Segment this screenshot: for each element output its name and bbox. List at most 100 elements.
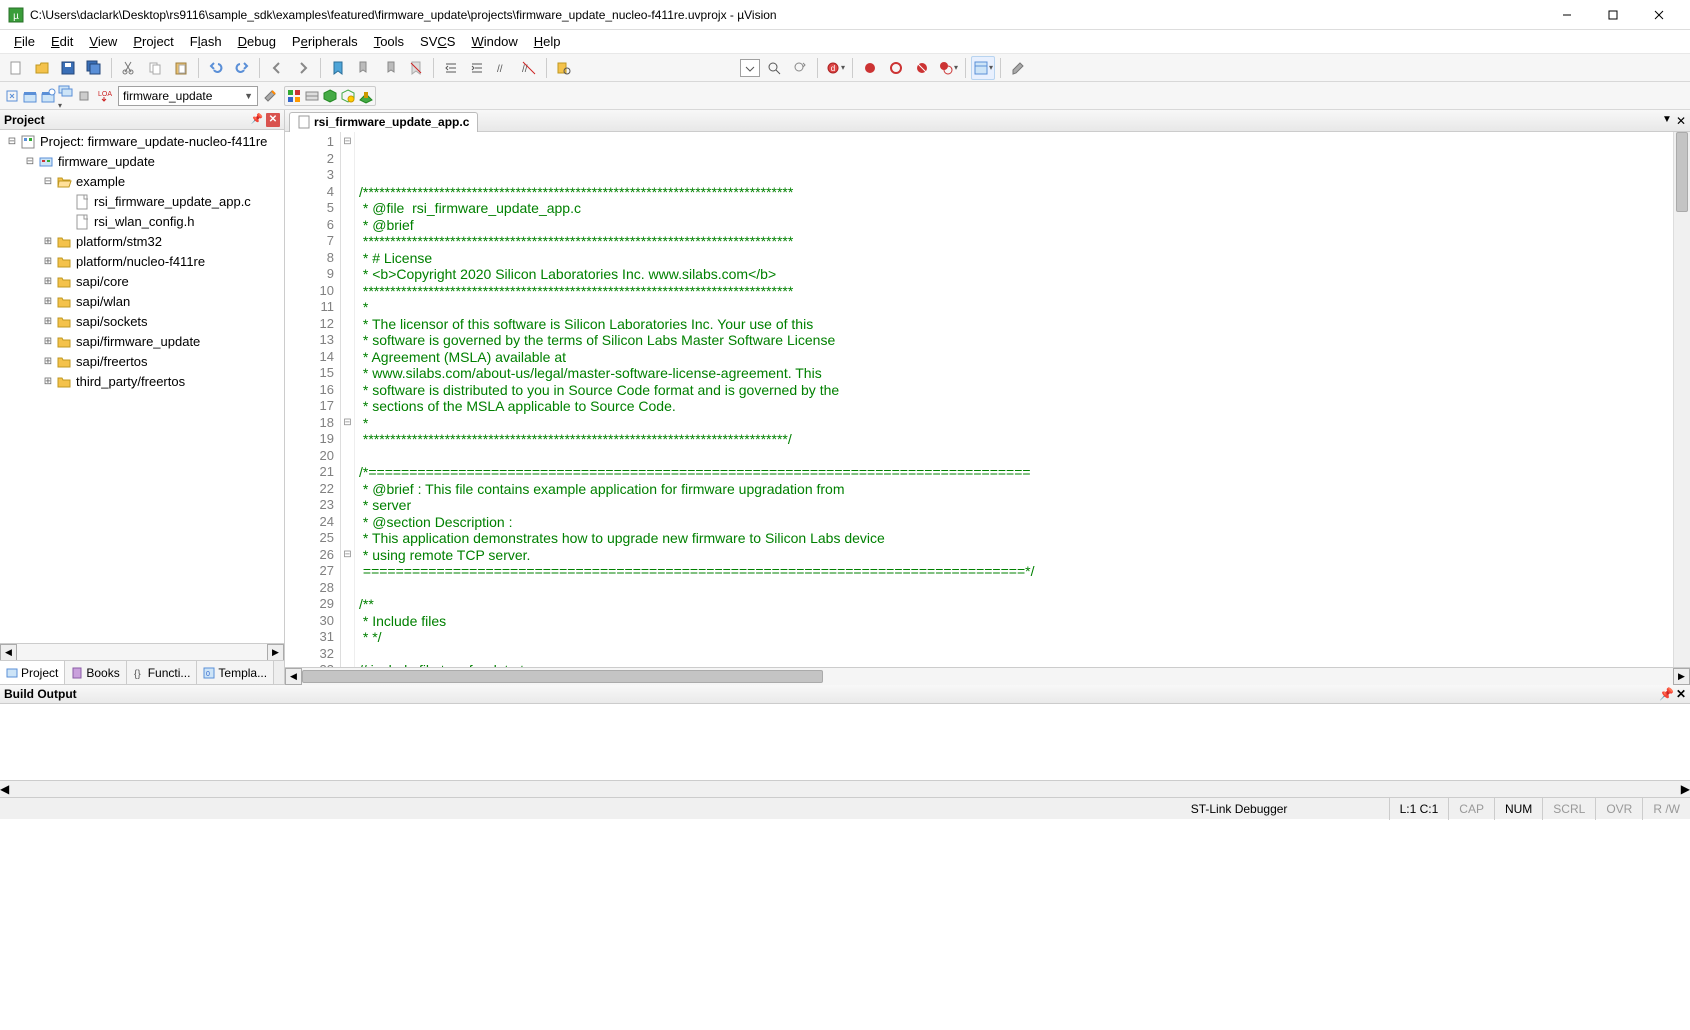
window-layout-icon[interactable]: ▾ <box>971 56 995 80</box>
bookmark-prev-icon[interactable] <box>352 56 376 80</box>
tree-toggle-icon[interactable]: ⊟ <box>24 152 36 172</box>
nav-forward-icon[interactable] <box>291 56 315 80</box>
tree-toggle-icon[interactable]: ⊞ <box>42 232 54 252</box>
tree-toggle-icon[interactable]: ⊞ <box>42 332 54 352</box>
target-select[interactable]: firmware_update ▼ <box>118 86 258 106</box>
project-tab-books[interactable]: Books <box>65 661 126 684</box>
tree-project-root[interactable]: ⊟Project: firmware_update-nucleo-f411re <box>0 132 284 152</box>
new-file-icon[interactable] <box>4 56 28 80</box>
editor-vscroll[interactable] <box>1673 132 1690 667</box>
select-packs-icon[interactable] <box>304 88 320 104</box>
tree-folder[interactable]: ⊞sapi/core <box>0 272 284 292</box>
menu-view[interactable]: View <box>81 32 125 51</box>
download-icon[interactable]: LOAD <box>96 88 112 104</box>
build-icon[interactable] <box>22 88 38 104</box>
tree-folder[interactable]: ⊞sapi/wlan <box>0 292 284 312</box>
tree-folder[interactable]: ⊞sapi/firmware_update <box>0 332 284 352</box>
tree-file[interactable]: rsi_wlan_config.h <box>0 212 284 232</box>
scroll-track[interactable] <box>17 644 267 661</box>
scroll-right-icon[interactable]: ▶ <box>1673 668 1690 685</box>
menu-svcs[interactable]: SVCS <box>412 32 463 51</box>
breakpoint-kill-icon[interactable] <box>910 56 934 80</box>
paste-icon[interactable] <box>169 56 193 80</box>
copy-icon[interactable] <box>143 56 167 80</box>
rebuild-icon[interactable] <box>40 88 56 104</box>
bookmark-toggle-icon[interactable] <box>326 56 350 80</box>
menu-tools[interactable]: Tools <box>366 32 412 51</box>
project-tab-templa[interactable]: 0 Templa... <box>197 661 274 684</box>
tree-toggle-icon[interactable]: ⊞ <box>42 352 54 372</box>
reload-packs-icon[interactable] <box>340 88 356 104</box>
tree-folder[interactable]: ⊞sapi/freertos <box>0 352 284 372</box>
pane-close-icon[interactable]: ✕ <box>266 113 280 127</box>
scroll-left-icon[interactable]: ◀ <box>0 644 17 661</box>
vscroll-thumb[interactable] <box>1676 132 1688 212</box>
find-in-files-icon[interactable] <box>552 56 576 80</box>
indent-right-icon[interactable] <box>465 56 489 80</box>
menu-help[interactable]: Help <box>526 32 569 51</box>
tree-folder-example[interactable]: ⊟example <box>0 172 284 192</box>
scroll-right-icon[interactable]: ▶ <box>1681 782 1690 796</box>
uncomment-icon[interactable]: // <box>517 56 541 80</box>
batch-build-icon[interactable]: ▾ <box>58 81 74 111</box>
target-options-icon[interactable] <box>262 88 278 104</box>
scroll-right-icon[interactable]: ▶ <box>267 644 284 661</box>
stop-build-icon[interactable] <box>76 88 92 104</box>
menu-flash[interactable]: Flash <box>182 32 230 51</box>
pack-installer-icon[interactable] <box>322 88 338 104</box>
pane-close-icon[interactable]: ✕ <box>1676 687 1686 701</box>
tree-toggle-icon[interactable]: ⊞ <box>42 312 54 332</box>
tab-dropdown-icon[interactable]: ▼ <box>1662 114 1672 128</box>
translate-icon[interactable] <box>4 88 20 104</box>
fold-column[interactable] <box>341 132 355 667</box>
breakpoint-disable-all-icon[interactable]: ▾ <box>936 56 960 80</box>
books-window-icon[interactable] <box>358 88 374 104</box>
tree-folder[interactable]: ⊞platform/stm32 <box>0 232 284 252</box>
nav-back-icon[interactable] <box>265 56 289 80</box>
indent-left-icon[interactable] <box>439 56 463 80</box>
hscroll-track[interactable] <box>302 668 1673 685</box>
incremental-find-icon[interactable] <box>788 56 812 80</box>
close-button[interactable] <box>1636 0 1682 30</box>
pin-icon[interactable]: 📌 <box>250 113 264 127</box>
breakpoint-insert-icon[interactable] <box>858 56 882 80</box>
minimize-button[interactable] <box>1544 0 1590 30</box>
undo-icon[interactable] <box>204 56 228 80</box>
tree-target[interactable]: ⊟firmware_update <box>0 152 284 172</box>
configure-icon[interactable] <box>1006 56 1030 80</box>
manage-rte-icon[interactable] <box>286 88 302 104</box>
find-combo[interactable] <box>740 59 760 77</box>
redo-icon[interactable] <box>230 56 254 80</box>
breakpoint-disable-icon[interactable] <box>884 56 908 80</box>
tree-toggle-icon[interactable]: ⊞ <box>42 252 54 272</box>
pin-icon[interactable]: 📌 <box>1659 687 1674 701</box>
bookmark-clear-icon[interactable] <box>404 56 428 80</box>
save-all-icon[interactable] <box>82 56 106 80</box>
menu-window[interactable]: Window <box>463 32 525 51</box>
menu-debug[interactable]: Debug <box>230 32 284 51</box>
build-output-body[interactable] <box>0 704 1690 780</box>
tab-close-icon[interactable]: ✕ <box>1676 114 1686 128</box>
bookmark-next-icon[interactable] <box>378 56 402 80</box>
scroll-left-icon[interactable]: ◀ <box>285 668 302 685</box>
editor-body[interactable]: 1234567891011121314151617181920212223242… <box>285 132 1690 667</box>
tree-folder[interactable]: ⊞third_party/freertos <box>0 372 284 392</box>
tree-toggle-icon[interactable]: ⊞ <box>42 272 54 292</box>
menu-peripherals[interactable]: Peripherals <box>284 32 366 51</box>
tree-folder[interactable]: ⊞platform/nucleo-f411re <box>0 252 284 272</box>
menu-file[interactable]: File <box>6 32 43 51</box>
scroll-left-icon[interactable]: ◀ <box>0 782 9 796</box>
maximize-button[interactable] <box>1590 0 1636 30</box>
build-output-hscroll[interactable]: ◀ ▶ <box>0 780 1690 797</box>
open-icon[interactable] <box>30 56 54 80</box>
hscroll-thumb[interactable] <box>302 670 823 683</box>
tree-file[interactable]: rsi_firmware_update_app.c <box>0 192 284 212</box>
project-tab-project[interactable]: Project <box>0 661 65 684</box>
tree-toggle-icon[interactable]: ⊟ <box>42 172 54 192</box>
editor-tab-active[interactable]: rsi_firmware_update_app.c <box>289 112 478 132</box>
save-icon[interactable] <box>56 56 80 80</box>
tree-toggle-icon[interactable]: ⊞ <box>42 292 54 312</box>
project-tree[interactable]: ⊟Project: firmware_update-nucleo-f411re⊟… <box>0 130 284 643</box>
menu-edit[interactable]: Edit <box>43 32 81 51</box>
tree-toggle-icon[interactable]: ⊟ <box>6 132 18 152</box>
